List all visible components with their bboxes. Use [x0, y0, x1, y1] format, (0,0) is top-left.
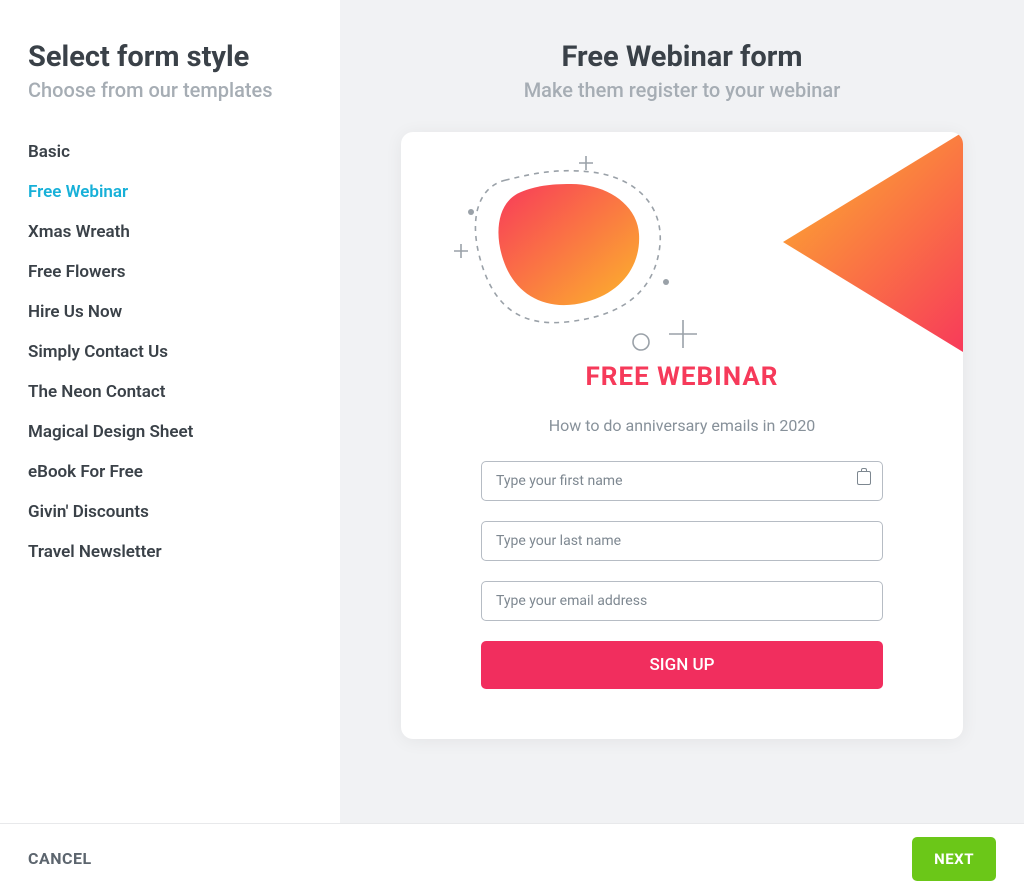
- template-item-magical-design-sheet[interactable]: Magical Design Sheet: [28, 412, 312, 452]
- template-list: Basic Free Webinar Xmas Wreath Free Flow…: [28, 132, 312, 572]
- template-item-free-flowers[interactable]: Free Flowers: [28, 252, 312, 292]
- triangle-decoration-icon: [783, 132, 963, 352]
- last-name-input[interactable]: [481, 521, 883, 561]
- template-item-givin-discounts[interactable]: Givin' Discounts: [28, 492, 312, 532]
- template-item-basic[interactable]: Basic: [28, 132, 312, 172]
- first-name-input[interactable]: [481, 461, 883, 501]
- template-item-hire-us-now[interactable]: Hire Us Now: [28, 292, 312, 332]
- next-button[interactable]: NEXT: [912, 837, 996, 881]
- template-item-simply-contact-us[interactable]: Simply Contact Us: [28, 332, 312, 372]
- template-item-travel-newsletter[interactable]: Travel Newsletter: [28, 532, 312, 572]
- preview-area: Free Webinar form Make them register to …: [340, 0, 1024, 823]
- email-input[interactable]: [481, 581, 883, 621]
- form-body: FREE WEBINAR How to do anniversary email…: [401, 362, 963, 689]
- preview-subtitle: Make them register to your webinar: [524, 78, 841, 102]
- template-item-the-neon-contact[interactable]: The Neon Contact: [28, 372, 312, 412]
- form-preview-card: FREE WEBINAR How to do anniversary email…: [401, 132, 963, 739]
- form-heading: FREE WEBINAR: [481, 362, 883, 392]
- template-sidebar: Select form style Choose from our templa…: [0, 0, 340, 823]
- form-description: How to do anniversary emails in 2020: [481, 416, 883, 435]
- blob-illustration-icon: [441, 152, 721, 362]
- contact-card-icon: [857, 471, 871, 485]
- sidebar-subtitle: Choose from our templates: [28, 78, 312, 102]
- template-item-free-webinar[interactable]: Free Webinar: [28, 172, 312, 212]
- template-item-xmas-wreath[interactable]: Xmas Wreath: [28, 212, 312, 252]
- signup-button[interactable]: SIGN UP: [481, 641, 883, 689]
- cancel-button[interactable]: CANCEL: [28, 849, 92, 868]
- bottom-bar: CANCEL NEXT: [0, 823, 1024, 893]
- card-header: [401, 132, 963, 362]
- sidebar-title: Select form style: [28, 40, 312, 74]
- preview-title: Free Webinar form: [561, 40, 802, 74]
- template-item-ebook-for-free[interactable]: eBook For Free: [28, 452, 312, 492]
